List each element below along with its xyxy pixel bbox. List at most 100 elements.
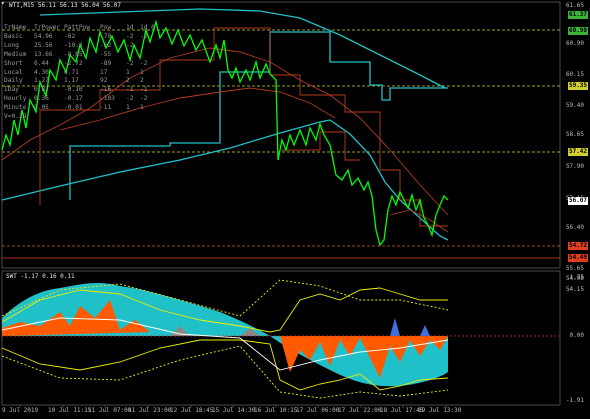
trend-table-cell: -0.17	[64, 95, 83, 103]
table-footer: V=0.29	[4, 113, 27, 121]
trend-table-cell: -0.01	[64, 104, 83, 112]
trend-table-cell: Basic	[4, 32, 23, 40]
time-axis-label: 10 Jul 11:15	[48, 407, 92, 414]
trend-table-cell: Long	[4, 41, 19, 49]
time-axis-label: 12 Jul 18:45	[170, 407, 214, 414]
header-1d0: 1d_0	[140, 24, 155, 31]
trend-table-cell: -2	[140, 95, 148, 103]
trend-table-row: Long 25.56 -10.3 -62 -2	[4, 42, 154, 51]
trend-table-row: Hourly 0.36 -0.17 -103 -2 -2	[4, 95, 154, 104]
trend-table-cell: -1	[140, 86, 148, 94]
trend-table-cell: 0.05	[34, 104, 49, 112]
trend-table-cell: -1	[126, 86, 134, 94]
oscillator-level-label: 1.75	[569, 274, 584, 281]
trend-table-cell: 1	[140, 68, 144, 76]
header-1d: 1d	[126, 24, 134, 31]
trend-table-cell: Short	[4, 59, 23, 67]
time-axis-label: 11 Jul 07:00	[88, 407, 132, 414]
trend-table-cell: IDay	[4, 86, 19, 94]
trend-table-cell: -2	[126, 41, 134, 49]
price-axis-label: 59.40	[565, 102, 584, 109]
price-axis-label: 60.15	[565, 71, 584, 78]
price-axis-label: 54.15	[565, 286, 584, 293]
time-axis-label: 17 Jul 22:00	[338, 407, 382, 414]
trend-table-cell: Medium	[4, 50, 27, 58]
chart-menu-icon[interactable]: ▾	[1, 1, 7, 7]
trend-table-row: Local 4.30 0.71 17 1 1	[4, 69, 154, 78]
trend-table-row: Medium 13.66 -8.85 -55	[4, 51, 154, 60]
trend-table-cell: 2	[140, 77, 144, 85]
header-pow: Pow	[100, 24, 112, 31]
trend-table-cell: Local	[4, 68, 23, 76]
trend-table-cell: 2	[126, 77, 130, 85]
trend-table-cell: -55	[100, 50, 112, 58]
trend-table-cell: 13.66	[34, 50, 53, 58]
price-tag: 57.42	[568, 148, 588, 156]
price-axis-label: 57.90	[565, 163, 584, 170]
trend-table-cell: 1	[126, 104, 130, 112]
trend-table-cell: 1.17	[64, 77, 79, 85]
price-axis-label: 56.40	[565, 224, 584, 231]
trend-table-cell: -62	[64, 32, 76, 40]
price-tag: 54.72	[568, 242, 588, 250]
price-tag: 59.35	[568, 82, 588, 90]
trend-table: TrName TrPower PattPow Pow 1d 1d_0 Basic…	[4, 24, 155, 122]
oscillator-level-label: -1.91	[565, 397, 584, 404]
time-axis-label: 18 Jul 17:45	[380, 407, 424, 414]
trend-table-cell	[126, 51, 140, 60]
trend-table-cell	[140, 42, 154, 51]
trend-table-row: Short 6.44 -2.72 -89 -2 -2	[4, 60, 154, 69]
symbol-header: WTI,M15 56.11 56.13 56.04 56.07	[9, 2, 121, 9]
trend-table-cell: -2.72	[64, 59, 83, 67]
price-axis-label: 58.65	[565, 131, 584, 138]
trend-table-row: Daily 1.27 1.17 92 2 2	[4, 77, 154, 86]
price-tag: 61.37	[568, 11, 588, 19]
trend-table-cell: 92	[100, 77, 108, 85]
trend-table-cell: -2	[140, 32, 148, 40]
oscillator-level-label: 0.00	[569, 332, 584, 339]
trend-table-cell: -16	[100, 86, 112, 94]
header-pattpow: PattPow	[64, 24, 91, 31]
price-axis-label: 61.65	[565, 2, 584, 9]
trend-table-row: Minute 0.05 -0.01 -11 1 1	[4, 104, 154, 113]
trend-table-cell: 25.56	[34, 41, 53, 49]
trend-table-cell: -62	[100, 41, 112, 49]
trend-table-cell: 54.96	[34, 32, 53, 40]
trend-table-cell: Daily	[4, 77, 23, 85]
time-axis-label: 19 Jul 13:30	[418, 407, 462, 414]
trend-table-cell: 0.71	[64, 68, 79, 76]
trend-table-cell: 1.27	[34, 77, 49, 85]
time-axis-label: 11 Jul 23:00	[128, 407, 172, 414]
header-trpower: TrPower	[34, 24, 61, 31]
trend-table-cell: 1	[126, 68, 130, 76]
trend-table-cell: -2	[126, 59, 134, 67]
trend-table-cell: -2	[126, 32, 134, 40]
trend-table-cell: Hourly	[4, 95, 27, 103]
trend-table-cell: 0.36	[34, 95, 49, 103]
trend-table-row: IDay 0.82 -0.10 -16 -1 -1	[4, 86, 154, 95]
header-trname: TrName	[4, 24, 27, 31]
trend-table-header: TrName TrPower PattPow Pow 1d 1d_0	[4, 24, 155, 33]
time-axis-label: 17 Jul 06:00	[296, 407, 340, 414]
price-tag: 54.49	[568, 254, 588, 262]
price-tag: 60.90	[568, 27, 588, 35]
oscillator-header: SWT -1.17 0.16 0.11	[6, 273, 75, 280]
trend-table-row: Basic 54.96 -62 -70 -2 -2	[4, 33, 154, 42]
time-axis-label: 9 Jul 2019	[2, 407, 39, 414]
trend-table-cell: -103	[100, 95, 115, 103]
trend-table-cell: -0.10	[64, 86, 83, 94]
trend-table-cell: -2	[140, 59, 148, 67]
price-tag: 56.07	[568, 197, 588, 205]
oscillator-fill	[2, 282, 448, 387]
time-axis-label: 16 Jul 10:15	[254, 407, 298, 414]
price-axis-label: 55.65	[565, 265, 584, 272]
trend-table-cell: 6.44	[34, 59, 49, 67]
trend-table-cell: 17	[100, 68, 108, 76]
time-axis-label: 15 Jul 14:30	[212, 407, 256, 414]
trend-table-cell: -70	[100, 32, 112, 40]
trend-table-cell: -11	[100, 104, 112, 112]
trend-table-cell: -8.85	[64, 50, 83, 58]
trend-table-cell: 0.82	[34, 86, 49, 94]
trend-table-cell: 1	[140, 104, 144, 112]
trend-table-cell: Minute	[4, 104, 27, 112]
